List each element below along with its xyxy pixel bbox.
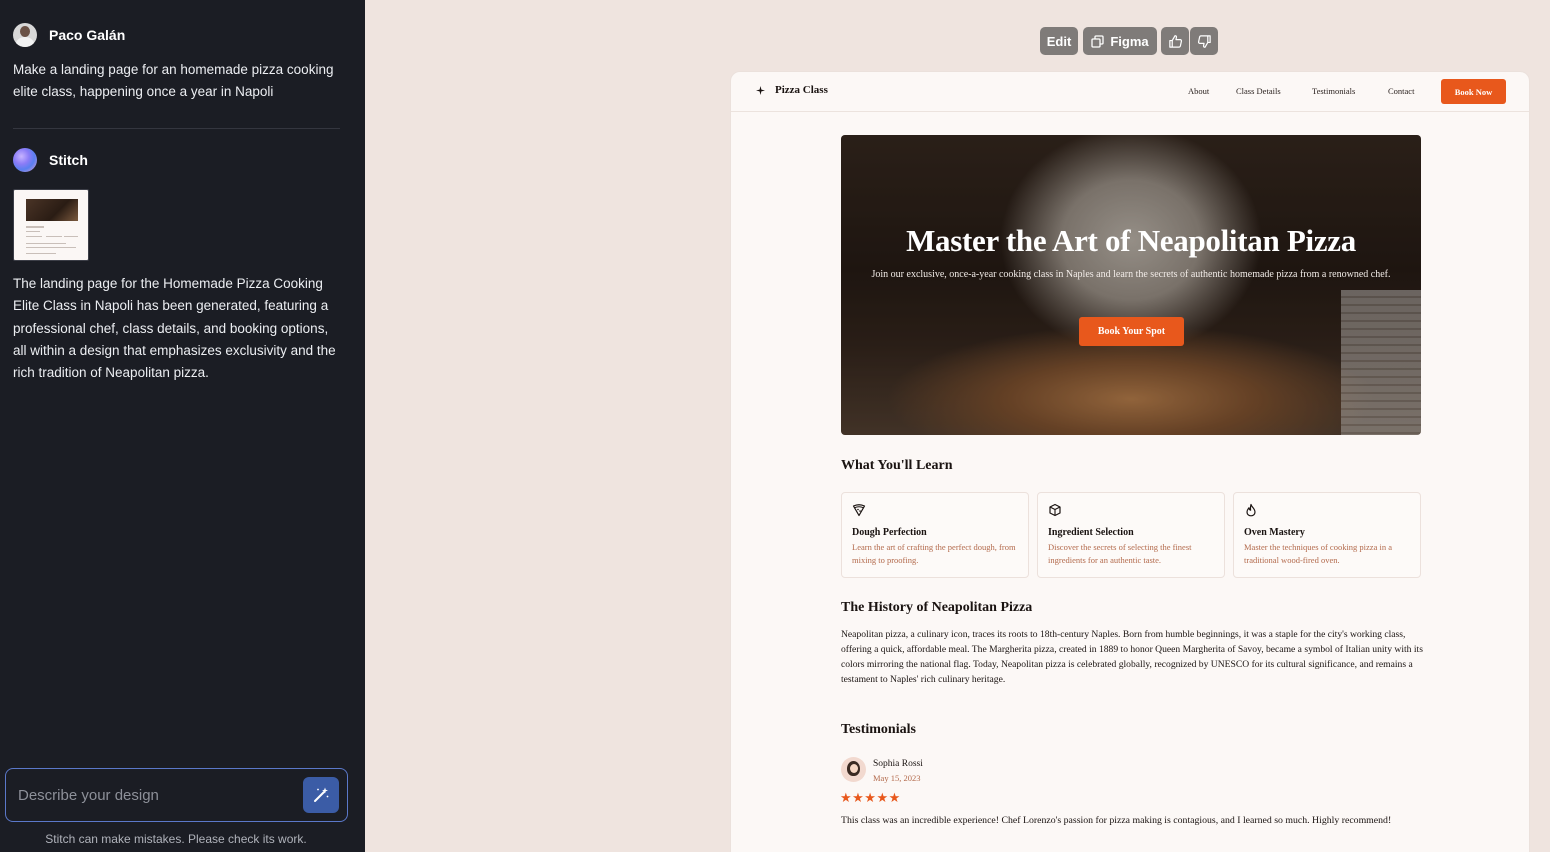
composer	[5, 768, 348, 822]
generate-button[interactable]	[303, 777, 339, 813]
card-description: Master the techniques of cooking pizza i…	[1244, 542, 1392, 565]
thumbnail-hero	[26, 199, 78, 221]
thumbnail-line	[26, 247, 76, 248]
preview-navbar: Pizza Class About Class Details Testimon…	[731, 72, 1529, 112]
chat-panel: Paco Galán Make a landing page for an ho…	[0, 0, 365, 852]
pizza-slice-icon	[852, 504, 866, 517]
design-thumbnail[interactable]	[13, 189, 89, 261]
card-description: Learn the art of crafting the perfect do…	[852, 542, 1016, 565]
hero-banner: Master the Art of Neapolitan Pizza Join …	[841, 135, 1421, 435]
thumbnail-line	[64, 236, 78, 237]
hero-subtitle: Join our exclusive, once-a-year cooking …	[871, 269, 1391, 280]
assistant-response: The landing page for the Homemade Pizza …	[13, 276, 336, 381]
brand-name: Pizza Class	[775, 84, 828, 96]
copy-icon	[1091, 34, 1104, 48]
sparkle-icon	[756, 85, 765, 95]
learn-card: Oven Mastery Master the techniques of co…	[1233, 492, 1421, 578]
nav-link-testimonials[interactable]: Testimonials	[1312, 86, 1355, 96]
design-prompt-input[interactable]	[18, 784, 288, 806]
learn-card: Dough Perfection Learn the art of crafti…	[841, 492, 1029, 578]
book-now-button[interactable]: Book Now	[1441, 79, 1506, 104]
learn-heading: What You'll Learn	[841, 458, 953, 473]
flame-icon	[1246, 503, 1256, 517]
edit-button[interactable]: Edit	[1040, 27, 1078, 55]
figma-button[interactable]: Figma	[1083, 27, 1157, 55]
disclaimer: Stitch can make mistakes. Please check i…	[45, 832, 307, 846]
thumbnail-line	[26, 226, 44, 228]
user-avatar	[13, 23, 37, 47]
magic-wand-icon	[314, 787, 329, 802]
star-rating: ★★★★★	[840, 790, 901, 805]
testimonials-heading: Testimonials	[841, 722, 916, 737]
hero-plates-image	[1341, 290, 1421, 435]
thumbs-up-button[interactable]	[1161, 27, 1189, 55]
thumbs-up-icon	[1168, 34, 1182, 48]
design-preview: Pizza Class About Class Details Testimon…	[730, 71, 1530, 852]
assistant-message-header: Stitch	[13, 148, 88, 172]
message-divider	[13, 128, 340, 129]
thumbnail-line	[26, 236, 42, 237]
hero-title: Master the Art of Neapolitan Pizza	[906, 223, 1356, 258]
user-name: Paco Galán	[49, 27, 126, 43]
nav-link-about[interactable]: About	[1188, 86, 1209, 96]
card-title: Dough Perfection	[852, 527, 927, 538]
testimonial-date: May 15, 2023	[873, 773, 921, 783]
nav-link-class-details[interactable]: Class Details	[1236, 86, 1281, 96]
cube-icon	[1049, 503, 1061, 517]
learn-card: Ingredient Selection Discover the secret…	[1037, 492, 1225, 578]
figma-label: Figma	[1110, 33, 1149, 49]
card-title: Oven Mastery	[1244, 527, 1305, 538]
thumbnail-line	[26, 253, 56, 254]
edit-label: Edit	[1046, 33, 1072, 49]
user-message-header: Paco Galán	[13, 23, 125, 47]
assistant-name: Stitch	[49, 152, 88, 168]
nav-link-contact[interactable]: Contact	[1388, 86, 1414, 96]
stitch-avatar	[13, 148, 37, 172]
testimonial-text: This class was an incredible experience!…	[841, 815, 1392, 826]
thumbnail-line	[26, 231, 40, 232]
history-text: Neapolitan pizza, a culinary icon, trace…	[841, 629, 1423, 685]
testimonial-name: Sophia Rossi	[873, 759, 923, 769]
testimonial-avatar	[841, 757, 866, 782]
user-prompt: Make a landing page for an homemade pizz…	[13, 62, 334, 100]
thumbnail-line	[26, 243, 66, 244]
history-heading: The History of Neapolitan Pizza	[841, 600, 1033, 615]
thumbs-down-icon	[1197, 34, 1211, 48]
book-your-spot-button[interactable]: Book Your Spot	[1079, 317, 1184, 346]
thumbs-down-button[interactable]	[1190, 27, 1218, 55]
brand[interactable]: Pizza Class	[756, 84, 828, 96]
card-description: Discover the secrets of selecting the fi…	[1048, 542, 1192, 565]
card-title: Ingredient Selection	[1048, 527, 1134, 538]
thumbnail-line	[46, 236, 62, 237]
